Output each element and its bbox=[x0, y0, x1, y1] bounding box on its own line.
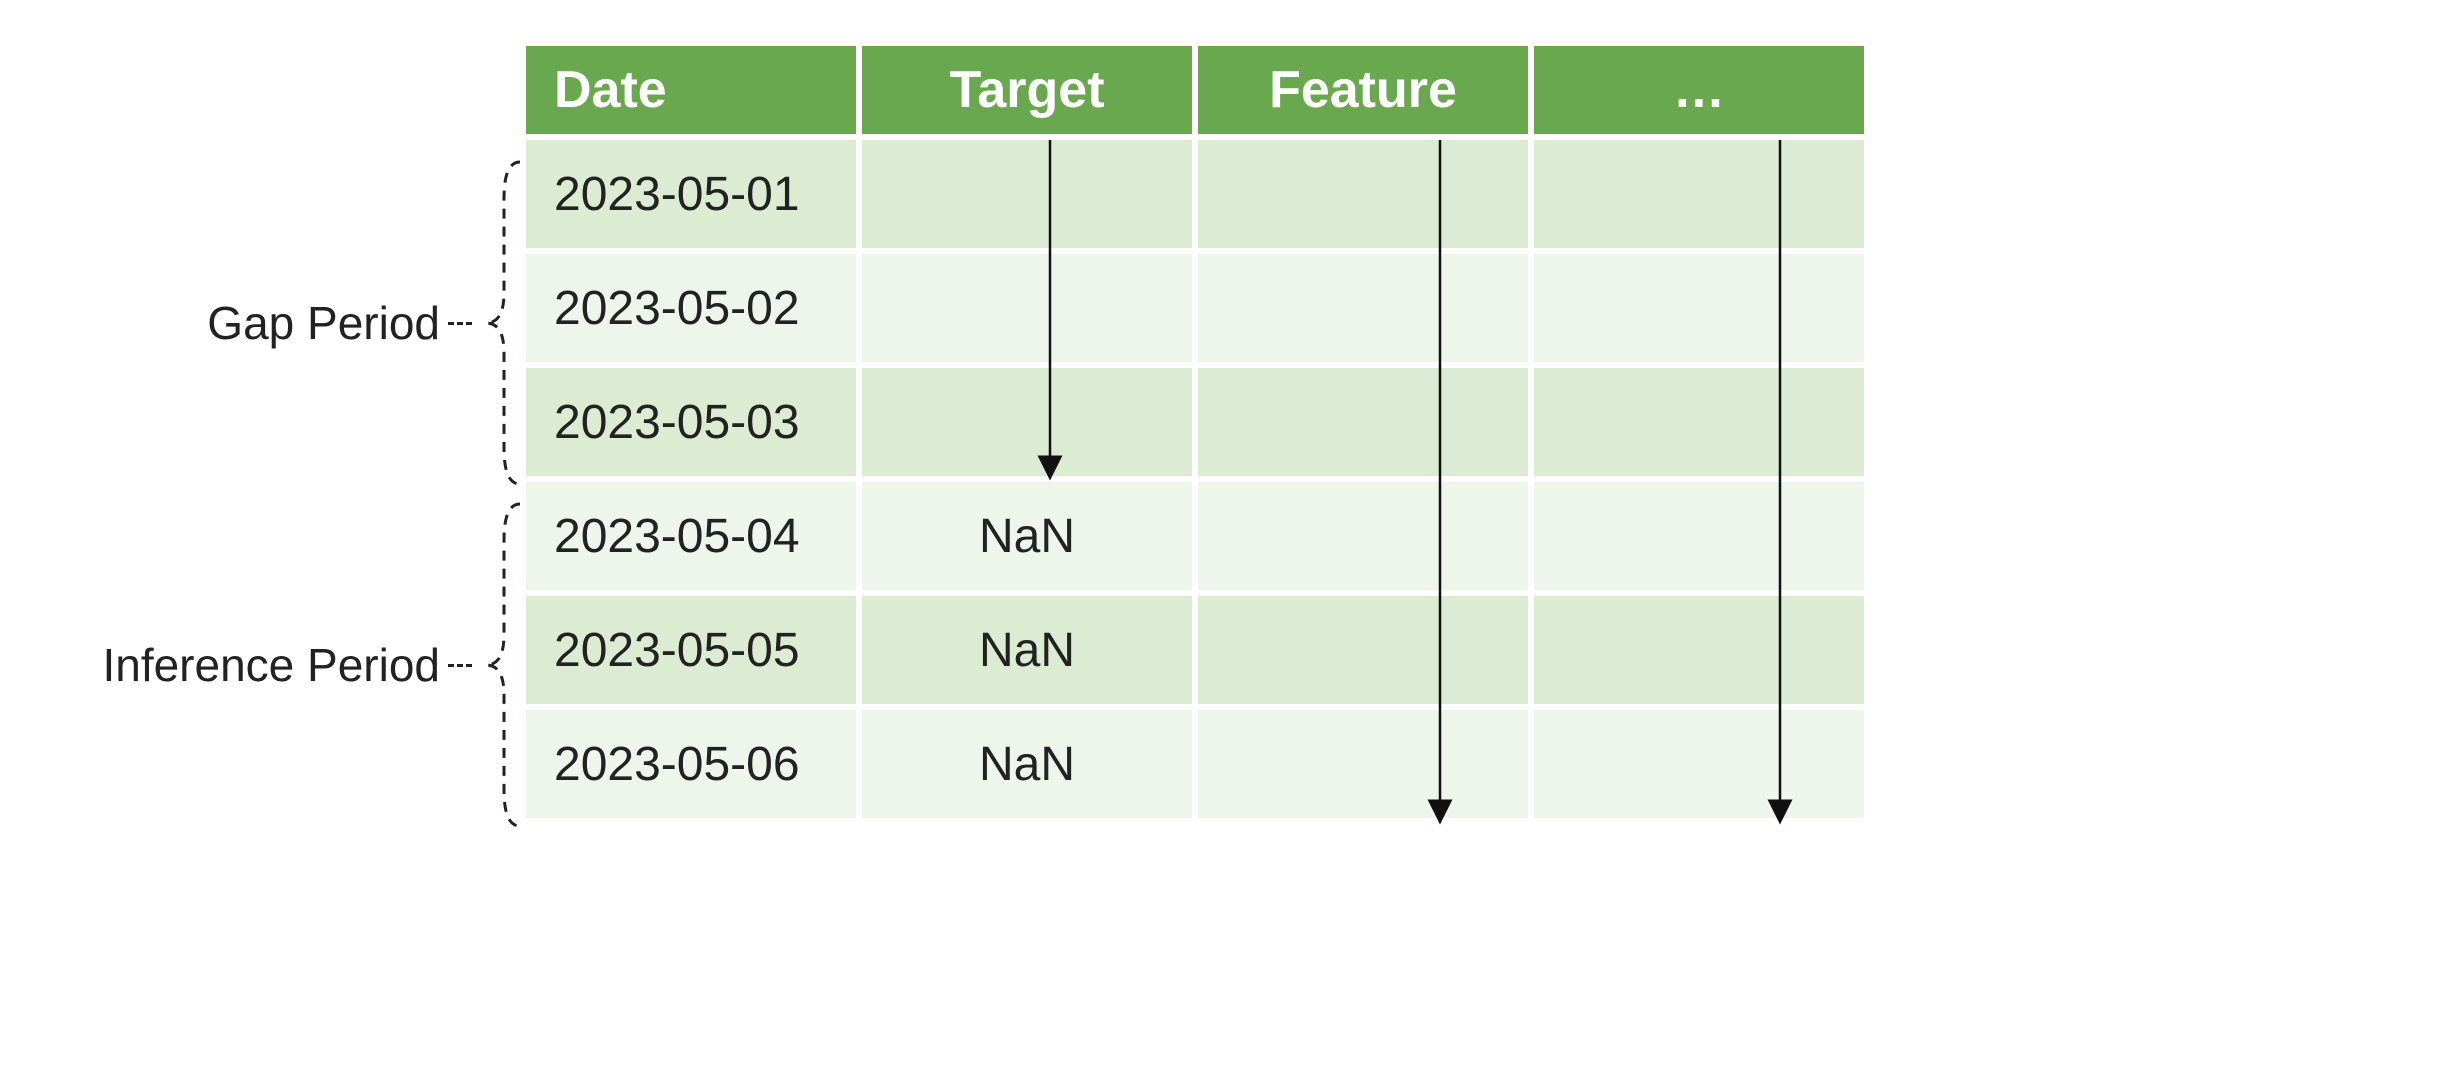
header-more: … bbox=[1534, 46, 1864, 134]
cell-more bbox=[1534, 140, 1864, 248]
cell-date: 2023-05-04 bbox=[526, 482, 856, 590]
cell-target: NaN bbox=[862, 596, 1192, 704]
table-row: 2023-05-02 bbox=[526, 254, 1864, 362]
header-feature: Feature bbox=[1198, 46, 1528, 134]
cell-feature bbox=[1198, 254, 1528, 362]
brace-icon bbox=[480, 158, 520, 488]
cell-date: 2023-05-05 bbox=[526, 596, 856, 704]
cell-date: 2023-05-02 bbox=[526, 254, 856, 362]
cell-target bbox=[862, 140, 1192, 248]
brace-icon bbox=[480, 500, 520, 830]
table-row: 2023-05-03 bbox=[526, 368, 1864, 476]
cell-feature bbox=[1198, 140, 1528, 248]
table-row: 2023-05-01 bbox=[526, 140, 1864, 248]
dash-connector bbox=[448, 664, 472, 667]
table-row: 2023-05-04 NaN bbox=[526, 482, 1864, 590]
cell-date: 2023-05-06 bbox=[526, 710, 856, 818]
cell-feature bbox=[1198, 596, 1528, 704]
cell-more bbox=[1534, 254, 1864, 362]
cell-feature bbox=[1198, 710, 1528, 818]
data-table-container: Date Target Feature … 2023-05-01 2023-05… bbox=[520, 40, 1870, 824]
table-row: 2023-05-06 NaN bbox=[526, 710, 1864, 818]
cell-date: 2023-05-03 bbox=[526, 368, 856, 476]
data-table: Date Target Feature … 2023-05-01 2023-05… bbox=[520, 40, 1870, 824]
dash-connector bbox=[448, 322, 472, 325]
cell-more bbox=[1534, 482, 1864, 590]
cell-more bbox=[1534, 596, 1864, 704]
cell-feature bbox=[1198, 368, 1528, 476]
cell-target: NaN bbox=[862, 482, 1192, 590]
cell-target: NaN bbox=[862, 710, 1192, 818]
gap-period-label: Gap Period bbox=[207, 296, 440, 350]
cell-feature bbox=[1198, 482, 1528, 590]
cell-target bbox=[862, 368, 1192, 476]
cell-more bbox=[1534, 368, 1864, 476]
cell-date: 2023-05-01 bbox=[526, 140, 856, 248]
header-date: Date bbox=[526, 46, 856, 134]
cell-target bbox=[862, 254, 1192, 362]
cell-more bbox=[1534, 710, 1864, 818]
header-target: Target bbox=[862, 46, 1192, 134]
table-row: 2023-05-05 NaN bbox=[526, 596, 1864, 704]
inference-period-label: Inference Period bbox=[102, 638, 440, 692]
